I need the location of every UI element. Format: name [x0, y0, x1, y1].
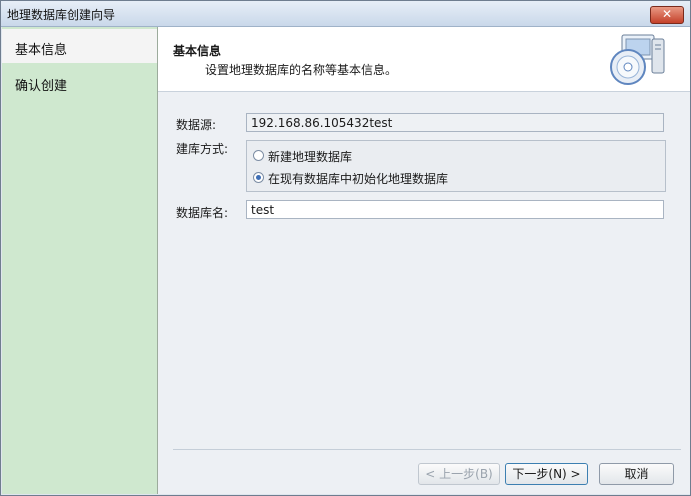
prev-button[interactable]: < 上一步(B) — [418, 463, 500, 485]
datasource-label: 数据源: — [176, 118, 217, 132]
wizard-window: 地理数据库创建向导 ✕ 基本信息 确认创建 基本信息 设置地理数据库的名称等基本… — [0, 0, 691, 496]
title-bar: 地理数据库创建向导 ✕ — [1, 1, 690, 27]
close-button[interactable]: ✕ — [650, 6, 684, 24]
steps-sidebar: 基本信息 确认创建 — [2, 27, 158, 494]
page-title: 基本信息 — [173, 44, 222, 58]
step-label: 确认创建 — [15, 79, 68, 94]
radio-label: 在现有数据库中初始化地理数据库 — [268, 172, 449, 186]
content-panel: 基本信息 设置地理数据库的名称等基本信息。 数据源: 192.168.86.10… — [158, 27, 690, 494]
dbname-label: 数据库名: — [176, 206, 229, 220]
datasource-field: 192.168.86.105432test — [246, 113, 664, 132]
step-label: 基本信息 — [15, 43, 68, 58]
cancel-button[interactable]: 取消 — [599, 463, 674, 485]
datasource-value: 192.168.86.105432test — [251, 116, 393, 130]
window-title: 地理数据库创建向导 — [7, 8, 116, 22]
method-label: 建库方式: — [176, 142, 229, 156]
step-confirm-create[interactable]: 确认创建 — [2, 65, 157, 99]
next-button[interactable]: 下一步(N) > — [505, 463, 588, 485]
step-basic-info[interactable]: 基本信息 — [2, 29, 157, 63]
page-header: 基本信息 设置地理数据库的名称等基本信息。 — [158, 27, 690, 92]
footer-divider — [173, 449, 681, 450]
radio-label: 新建地理数据库 — [268, 150, 353, 164]
method-radio-group: 新建地理数据库 在现有数据库中初始化地理数据库 — [246, 140, 666, 192]
close-icon: ✕ — [661, 7, 673, 21]
radio-button[interactable] — [253, 150, 264, 161]
database-disc-icon — [610, 34, 665, 85]
page-subtitle: 设置地理数据库的名称等基本信息。 — [205, 63, 398, 77]
radio-button[interactable] — [253, 172, 264, 183]
dbname-value: test — [251, 203, 275, 217]
dbname-input[interactable]: test — [246, 200, 664, 219]
